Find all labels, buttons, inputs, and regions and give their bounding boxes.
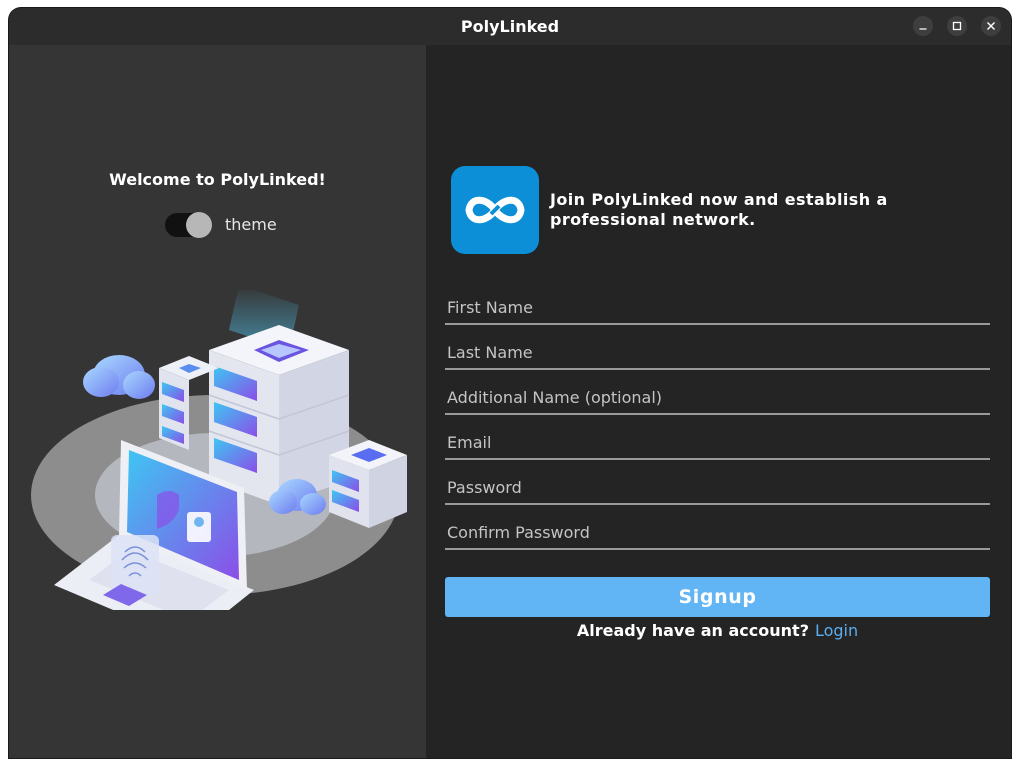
server-security-illustration	[31, 290, 407, 610]
window-title: PolyLinked	[460, 17, 560, 36]
first-name-field[interactable]	[445, 293, 990, 325]
email-input[interactable]	[445, 428, 989, 456]
password-field[interactable]	[445, 473, 990, 505]
minimize-icon	[919, 28, 927, 30]
close-icon	[987, 22, 995, 30]
confirm-password-field[interactable]	[445, 518, 990, 550]
last-name-field[interactable]	[445, 338, 990, 370]
maximize-button[interactable]	[947, 16, 967, 36]
last-name-input[interactable]	[445, 338, 989, 366]
confirm-password-input[interactable]	[445, 518, 989, 546]
signup-button[interactable]: Signup	[445, 577, 990, 617]
titlebar[interactable]: PolyLinked	[9, 8, 1011, 46]
left-panel: Welcome to PolyLinked! theme	[9, 45, 426, 758]
theme-toggle-label: theme	[225, 215, 277, 234]
app-window: PolyLinked Welcome to PolyLinked! theme	[9, 8, 1011, 758]
toggle-knob	[186, 212, 212, 238]
minimize-button[interactable]	[913, 16, 933, 36]
login-prompt-line: Already have an account? Login	[445, 621, 990, 640]
welcome-heading: Welcome to PolyLinked!	[109, 170, 326, 189]
login-question: Already have an account?	[576, 621, 809, 640]
email-field[interactable]	[445, 428, 990, 460]
additional-name-field[interactable]	[445, 383, 990, 415]
infinity-logo-icon	[465, 196, 525, 224]
password-input[interactable]	[445, 473, 989, 501]
theme-toggle[interactable]	[165, 212, 212, 238]
additional-name-input[interactable]	[445, 383, 989, 411]
close-button[interactable]	[981, 16, 1001, 36]
tagline: Join PolyLinked now and establish a prof…	[550, 190, 888, 229]
app-logo	[451, 166, 539, 254]
first-name-input[interactable]	[445, 293, 989, 321]
login-link[interactable]: Login	[815, 621, 858, 640]
maximize-icon	[952, 21, 962, 31]
right-panel: Join PolyLinked now and establish a prof…	[426, 45, 1011, 758]
